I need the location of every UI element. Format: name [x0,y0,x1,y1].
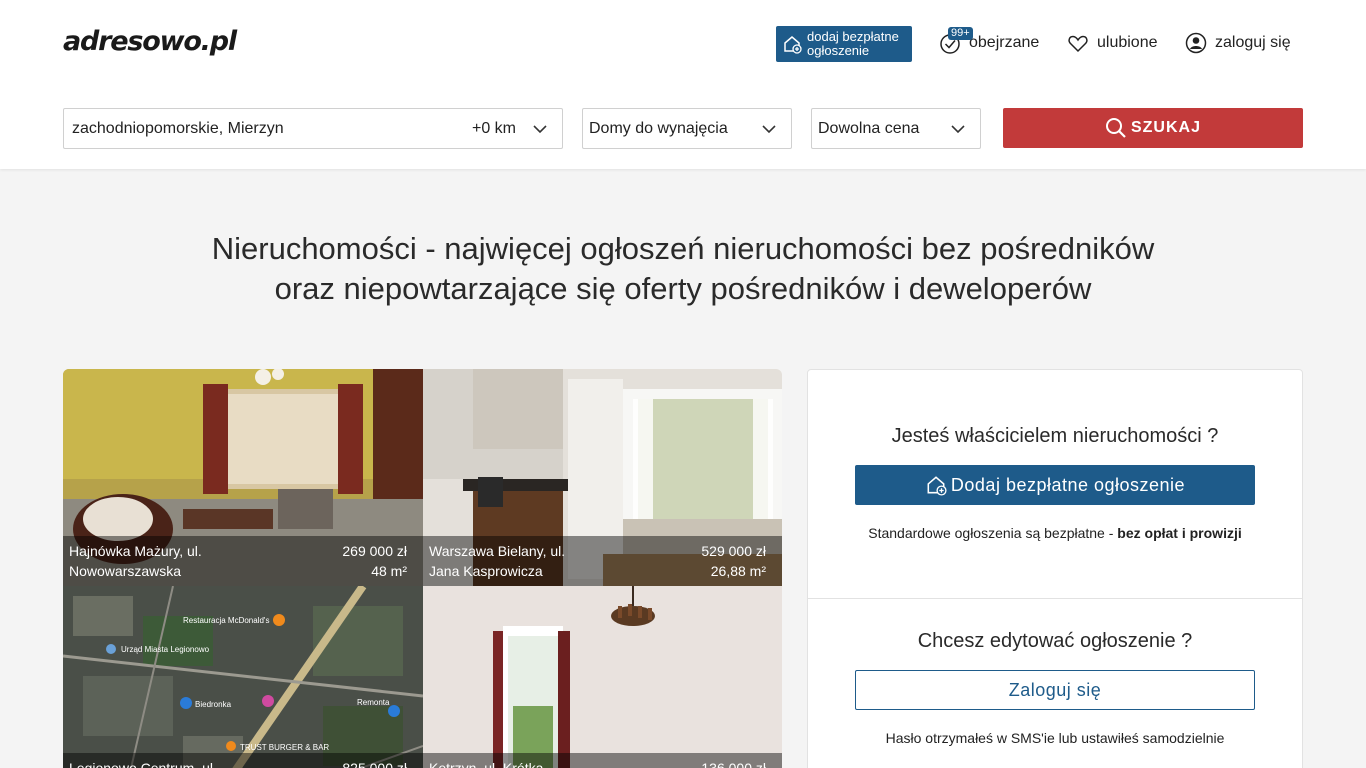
site-logo[interactable]: adresowo.pl [63,26,237,57]
listing-address-line2: Nowowarszawska [69,563,182,579]
nav-viewed-label: obejrzane [969,34,1040,51]
listing-caption: Kętrzyn, ul. Krótka 136 000 zł [423,753,782,768]
password-note: Hasło otrzymałeś w SMS'ie lub ustawiłeś … [885,730,1225,746]
login-button[interactable]: Zaloguj się [855,670,1255,710]
listing-tile[interactable]: Hajnówka Mażury, ul. Nowowarszawska 269 … [63,369,423,586]
owner-panel: Jesteś właścicielem nieruchomości ? Doda… [807,369,1303,768]
property-type-select[interactable]: Domy do wynajęcia [582,108,792,149]
user-circle-icon [1185,32,1207,54]
edit-heading: Chcesz edytować ogłoszenie ? [917,630,1193,652]
location-input[interactable]: zachodniopomorskie, Mierzyn +0 km [63,108,563,149]
listing-address-line1: Kętrzyn, ul. Krótka [429,760,544,768]
page-title: Nieruchomości - najwięcej ogłoszeń nieru… [211,231,1155,306]
nav-favorites-label: ulubione [1097,34,1158,51]
add-free-listing-label: dodaj bezpłatne ogłoszenie [807,29,899,58]
add-listing-button[interactable]: Dodaj bezpłatne ogłoszenie [855,465,1255,505]
search-button-label: SZUKAJ [1130,119,1201,136]
add-free-listing-button[interactable]: dodaj bezpłatne ogłoszenie [776,26,912,62]
listing-photo [423,586,782,768]
listing-price: 269 000 zł [342,543,407,559]
listing-address-line1: Warszawa Bielany, ul. [429,543,566,559]
listing-caption: Hajnówka Mażury, ul. Nowowarszawska 269 … [63,536,423,586]
listing-tile[interactable]: Restauracja McDonald's Urząd Miasta Legi… [63,586,423,768]
house-plus-icon [927,476,947,496]
listing-address-line1: Hajnówka Mażury, ul. [69,543,202,559]
listing-price: 529 000 zł [701,543,766,559]
listing-address-line1: Legionowo Centrum, ul. [69,760,217,768]
listing-tile[interactable]: Warszawa Bielany, ul. Jana Kasprowicza 5… [423,369,782,586]
nav-login-label: zaloguj się [1215,34,1291,51]
search-icon [1105,118,1126,138]
add-listing-button-label: Dodaj bezpłatne ogłoszenie [950,474,1186,495]
location-value: zachodniopomorskie, Mierzyn [72,119,284,137]
price-select[interactable]: Dowolna cena [811,108,981,149]
nav-viewed[interactable]: 99+ obejrzane [939,27,1040,55]
map-label: TRUST BURGER & BAR [240,743,329,752]
radius-value[interactable]: +0 km [472,120,516,138]
property-type-value: Domy do wynajęcia [589,119,728,137]
listing-caption: Warszawa Bielany, ul. Jana Kasprowicza 5… [423,536,782,586]
listing-caption: Legionowo Centrum, ul. 825 000 zł [63,753,423,768]
chevron-down-icon[interactable] [528,117,552,141]
map-label: Remonta [357,698,390,707]
listing-area: 26,88 m² [710,563,766,579]
search-button[interactable]: SZUKAJ [1003,108,1303,148]
map-label: Restauracja McDonald's [183,616,269,625]
owner-heading: Jesteś właścicielem nieruchomości ? [891,425,1219,447]
heart-icon [1068,35,1088,53]
map-label: Biedronka [195,700,232,709]
chevron-down-icon [951,124,965,133]
map-label: Urząd Miasta Legionowo [121,645,210,654]
free-listing-note: Standardowe ogłoszenia są bezpłatne - be… [868,525,1242,541]
listing-tile[interactable]: Kętrzyn, ul. Krótka 136 000 zł [423,586,782,768]
price-value: Dowolna cena [818,119,920,137]
listing-area: 48 m² [371,563,407,579]
house-plus-icon [784,36,802,54]
featured-listings: Hajnówka Mażury, ul. Nowowarszawska 269 … [63,369,782,768]
nav-login[interactable]: zaloguj się [1185,31,1291,55]
divider [808,598,1302,599]
listing-price: 825 000 zł [342,760,407,768]
listing-map-photo: Restauracja McDonald's Urząd Miasta Legi… [63,586,423,768]
nav-favorites[interactable]: ulubione [1067,31,1158,55]
chevron-down-icon [762,124,776,133]
site-header: adresowo.pl dodaj bezpłatne ogłoszenie 9… [0,0,1366,169]
listing-price: 136 000 zł [701,760,766,768]
viewed-count-badge: 99+ [948,27,973,40]
listing-address-line2: Jana Kasprowicza [429,563,543,579]
